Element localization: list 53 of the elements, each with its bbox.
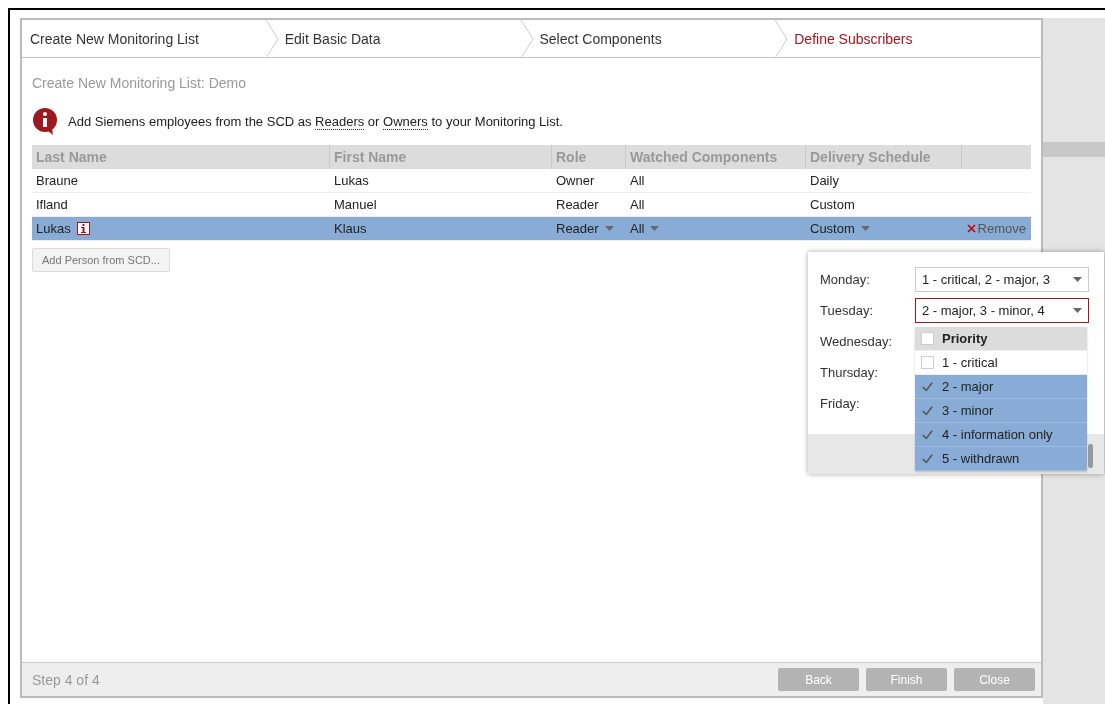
close-icon xyxy=(966,224,976,233)
table-cell: Braune xyxy=(36,173,78,188)
info-badge-icon[interactable] xyxy=(76,222,90,235)
table-cell: All xyxy=(630,173,645,188)
scrollbar-thumb[interactable] xyxy=(1088,444,1093,468)
priority-option[interactable]: 1 - critical xyxy=(915,351,1087,375)
dropdown-caret-icon xyxy=(650,226,660,231)
table-cell: Reader xyxy=(556,197,599,212)
info-message: Add Siemens employees from the SCD as Readers or Owners to your Monitoring List. xyxy=(68,113,563,129)
table-cell: Reader xyxy=(556,221,599,236)
checkbox[interactable] xyxy=(921,380,934,393)
priority-select[interactable]: 2 - major, 3 - minor, 4 xyxy=(915,298,1089,323)
table-cell: Owner xyxy=(556,173,595,188)
day-label: Thursday: xyxy=(820,365,879,380)
priority-option[interactable]: 2 - major xyxy=(915,375,1087,399)
page-subtitle: Create New Monitoring List: Demo xyxy=(32,75,247,91)
day-label: Monday: xyxy=(820,272,871,287)
table-cell: Daily xyxy=(810,173,839,188)
priority-option[interactable]: 3 - minor xyxy=(915,399,1087,423)
add-person-button[interactable]: Add Person from SCD... xyxy=(32,248,170,272)
day-label: Wednesday: xyxy=(820,334,894,349)
priority-select[interactable]: 1 - critical, 2 - major, 3 xyxy=(915,267,1089,292)
caret-icon xyxy=(1073,277,1082,282)
wizard-step[interactable]: Select Components xyxy=(531,20,787,57)
info-icon xyxy=(32,107,58,135)
dropdown-caret-icon xyxy=(604,226,614,231)
checkbox[interactable] xyxy=(921,428,934,441)
table-cell: Manuel xyxy=(334,197,377,212)
priority-option[interactable]: 5 - withdrawn xyxy=(915,447,1087,471)
table-cell: Klaus xyxy=(334,221,367,236)
role-link[interactable]: Readers xyxy=(315,113,365,130)
dropdown-caret-icon xyxy=(860,226,870,231)
priority-option[interactable]: 4 - information only xyxy=(915,423,1087,447)
table-cell: Lukas xyxy=(334,173,369,188)
checkbox[interactable] xyxy=(921,452,934,465)
priority-option[interactable]: Priority xyxy=(915,327,1087,351)
step-indicator: Step 4 of 4 xyxy=(32,671,101,688)
background-band xyxy=(1043,142,1105,157)
caret-icon xyxy=(1073,308,1082,313)
table-cell: Lukas xyxy=(36,221,71,236)
wizard-step[interactable]: Define Subscribers xyxy=(786,20,1041,57)
wizard-step[interactable]: Edit Basic Data xyxy=(276,20,532,57)
role-link[interactable]: Owners xyxy=(383,113,428,130)
day-label: Tuesday: xyxy=(820,303,874,318)
table-cell: Ifland xyxy=(36,197,68,212)
table-cell: All xyxy=(630,221,645,236)
table-row[interactable]: Lukas Klaus Reader All Custom Remove xyxy=(32,217,1031,241)
table-cell: Custom xyxy=(810,197,855,212)
checkbox[interactable] xyxy=(921,404,934,417)
table-cell: Custom xyxy=(810,221,855,236)
wizard-step[interactable]: Create New Monitoring List xyxy=(22,20,277,57)
table-cell: All xyxy=(630,197,645,212)
day-label: Friday: xyxy=(820,396,861,411)
